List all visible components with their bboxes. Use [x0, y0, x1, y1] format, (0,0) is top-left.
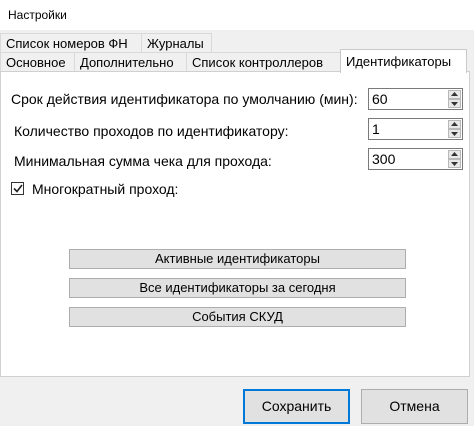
multi-pass-checkbox[interactable]: [11, 182, 24, 195]
validity-increment-button[interactable]: [448, 90, 461, 99]
validity-spinner: [368, 88, 463, 110]
cancel-button[interactable]: Отмена: [361, 389, 468, 424]
min-sum-spin-buttons: [448, 150, 461, 168]
tab-identifiers[interactable]: Идентификаторы: [340, 49, 467, 73]
min-sum-input[interactable]: [372, 150, 442, 168]
active-identifiers-button[interactable]: Активные идентификаторы: [69, 249, 406, 269]
multi-pass-label: Многократный проход:: [32, 181, 179, 197]
all-identifiers-today-button[interactable]: Все идентификаторы за сегодня: [69, 278, 406, 298]
chevron-up-icon: [451, 152, 458, 156]
passes-increment-button[interactable]: [448, 120, 461, 129]
chevron-up-icon: [451, 122, 458, 126]
chevron-up-icon: [451, 92, 458, 96]
save-button[interactable]: Сохранить: [243, 389, 350, 424]
title-bar: Настройки: [0, 0, 474, 30]
min-sum-increment-button[interactable]: [448, 150, 461, 159]
passes-decrement-button[interactable]: [448, 129, 461, 138]
validity-input[interactable]: [372, 90, 442, 108]
passes-spinner: [368, 118, 463, 140]
min-sum-decrement-button[interactable]: [448, 159, 461, 168]
chevron-down-icon: [451, 132, 458, 136]
chevron-down-icon: [451, 102, 458, 106]
skud-events-button[interactable]: События СКУД: [69, 307, 406, 327]
validity-label: Срок действия идентификатора по умолчани…: [11, 91, 358, 107]
tab-additional[interactable]: Дополнительно: [74, 52, 187, 71]
min-sum-spinner: [368, 148, 463, 170]
validity-spin-buttons: [448, 90, 461, 108]
tab-journals[interactable]: Журналы: [141, 33, 212, 52]
window-title: Настройки: [8, 8, 67, 22]
tab-controllers[interactable]: Список контроллеров: [186, 52, 341, 71]
passes-input[interactable]: [372, 120, 442, 138]
checkmark-icon: [13, 184, 23, 193]
tab-fn-numbers[interactable]: Список номеров ФН: [0, 33, 142, 52]
passes-label: Количество проходов по идентификатору:: [14, 123, 289, 139]
tab-main[interactable]: Основное: [0, 52, 75, 71]
passes-spin-buttons: [448, 120, 461, 138]
min-sum-label: Минимальная сумма чека для прохода:: [14, 153, 272, 169]
validity-decrement-button[interactable]: [448, 99, 461, 108]
identifiers-panel: Срок действия идентификатора по умолчани…: [0, 71, 470, 377]
chevron-down-icon: [451, 162, 458, 166]
